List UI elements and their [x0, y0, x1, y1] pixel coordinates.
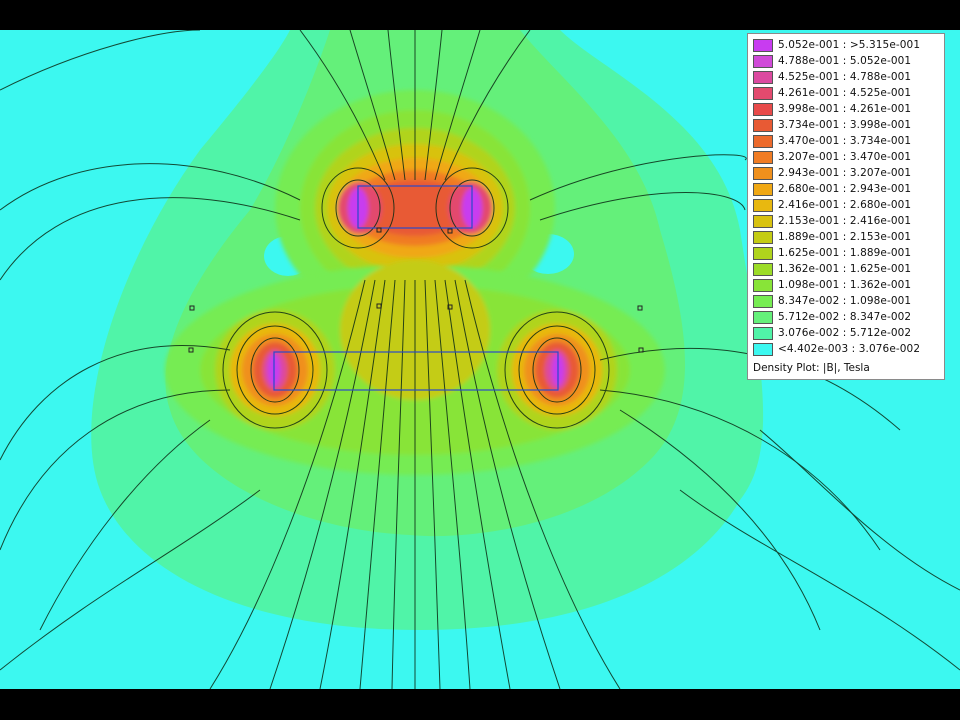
legend-rows: 5.052e-001 : >5.315e-001 4.788e-001 : 5.0… — [753, 37, 944, 357]
legend-row: 5.052e-001 : >5.315e-001 — [753, 37, 944, 53]
legend-range-label: 2.416e-001 : 2.680e-001 — [778, 199, 912, 211]
legend-row: 2.680e-001 : 2.943e-001 — [753, 181, 944, 197]
legend-row: 8.347e-002 : 1.098e-001 — [753, 293, 944, 309]
legend-range-label: 1.362e-001 : 1.625e-001 — [778, 263, 912, 275]
legend-row: 4.788e-001 : 5.052e-001 — [753, 53, 944, 69]
legend-swatch — [753, 278, 773, 292]
legend-range-label: 3.998e-001 : 4.261e-001 — [778, 103, 912, 115]
legend-swatch — [753, 262, 773, 276]
legend-range-label: 5.052e-001 : >5.315e-001 — [778, 39, 921, 51]
legend-swatch — [753, 214, 773, 228]
legend-range-label: 8.347e-002 : 1.098e-001 — [778, 295, 912, 307]
legend-range-label: 2.153e-001 : 2.416e-001 — [778, 215, 912, 227]
legend-range-label: 2.680e-001 : 2.943e-001 — [778, 183, 912, 195]
legend-swatch — [753, 342, 773, 356]
legend-row: 5.712e-002 : 8.347e-002 — [753, 309, 944, 325]
legend-row: 3.076e-002 : 5.712e-002 — [753, 325, 944, 341]
legend-swatch — [753, 38, 773, 52]
legend-swatch — [753, 294, 773, 308]
letterbox-bottom — [0, 689, 960, 720]
legend-caption: Density Plot: |B|, Tesla — [753, 362, 870, 374]
legend-row: 1.098e-001 : 1.362e-001 — [753, 277, 944, 293]
legend-swatch — [753, 326, 773, 340]
legend-range-label: 1.098e-001 : 1.362e-001 — [778, 279, 912, 291]
legend-range-label: 3.734e-001 : 3.998e-001 — [778, 119, 912, 131]
legend-swatch — [753, 166, 773, 180]
legend-swatch — [753, 230, 773, 244]
legend-range-label: 1.889e-001 : 2.153e-001 — [778, 231, 912, 243]
legend-row: 1.625e-001 : 1.889e-001 — [753, 245, 944, 261]
legend-row: 3.207e-001 : 3.470e-001 — [753, 149, 944, 165]
legend-range-label: 3.076e-002 : 5.712e-002 — [778, 327, 912, 339]
legend-row: <4.402e-003 : 3.076e-002 — [753, 341, 944, 357]
legend-row: 3.470e-001 : 3.734e-001 — [753, 133, 944, 149]
legend-row: 3.998e-001 : 4.261e-001 — [753, 101, 944, 117]
legend-range-label: 1.625e-001 : 1.889e-001 — [778, 247, 912, 259]
legend-swatch — [753, 70, 773, 84]
legend-row: 1.362e-001 : 1.625e-001 — [753, 261, 944, 277]
legend-row: 1.889e-001 : 2.153e-001 — [753, 229, 944, 245]
legend-swatch — [753, 182, 773, 196]
legend-range-label: <4.402e-003 : 3.076e-002 — [778, 343, 921, 355]
legend-swatch — [753, 310, 773, 324]
legend-swatch — [753, 134, 773, 148]
legend-range-label: 4.788e-001 : 5.052e-001 — [778, 55, 912, 67]
legend-row: 2.416e-001 : 2.680e-001 — [753, 197, 944, 213]
legend-range-label: 4.525e-001 : 4.788e-001 — [778, 71, 912, 83]
density-legend: 5.052e-001 : >5.315e-001 4.788e-001 : 5.0… — [747, 33, 945, 380]
legend-row: 3.734e-001 : 3.998e-001 — [753, 117, 944, 133]
legend-range-label: 3.470e-001 : 3.734e-001 — [778, 135, 912, 147]
legend-range-label: 2.943e-001 : 3.207e-001 — [778, 167, 912, 179]
legend-swatch — [753, 246, 773, 260]
legend-swatch — [753, 54, 773, 68]
legend-range-label: 5.712e-002 : 8.347e-002 — [778, 311, 912, 323]
legend-swatch — [753, 150, 773, 164]
legend-range-label: 3.207e-001 : 3.470e-001 — [778, 151, 912, 163]
legend-row: 2.943e-001 : 3.207e-001 — [753, 165, 944, 181]
legend-swatch — [753, 198, 773, 212]
legend-swatch — [753, 102, 773, 116]
legend-row: 4.261e-001 : 4.525e-001 — [753, 85, 944, 101]
legend-range-label: 4.261e-001 : 4.525e-001 — [778, 87, 912, 99]
letterbox-top — [0, 0, 960, 30]
legend-row: 4.525e-001 : 4.788e-001 — [753, 69, 944, 85]
legend-swatch — [753, 118, 773, 132]
legend-row: 2.153e-001 : 2.416e-001 — [753, 213, 944, 229]
legend-swatch — [753, 86, 773, 100]
